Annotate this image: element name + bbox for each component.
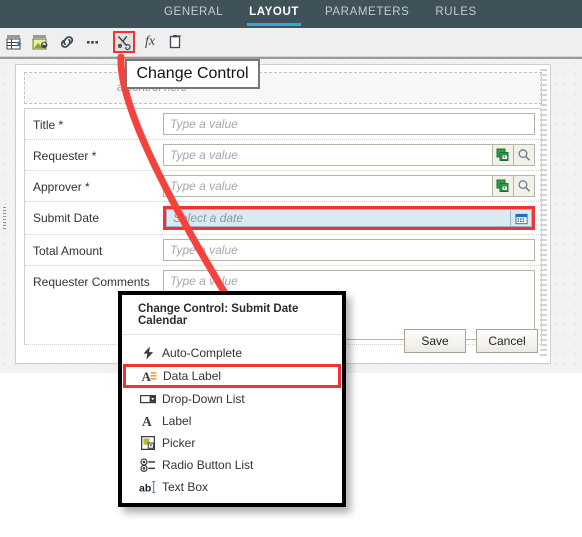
submit-date-selection-outline[interactable]: Select a date (163, 206, 535, 230)
menu-item-drop-down-list[interactable]: Drop-Down List (122, 388, 342, 410)
field-label-requester: Requester * (33, 149, 97, 163)
menu-item-picker[interactable]: Picker (122, 432, 342, 454)
field-control-total-amount: Type a value (163, 239, 537, 261)
menu-item-label-label: Label (162, 414, 192, 428)
paste-icon (169, 35, 182, 49)
menu-item-text-box-label: Text Box (162, 480, 209, 494)
tooltip-text: Change Control (136, 65, 249, 82)
insert-image-button[interactable] (30, 31, 52, 53)
link-icon (60, 36, 74, 48)
search-icon (518, 180, 530, 192)
editor-toolbar: fx (0, 28, 582, 57)
field-row-requester[interactable]: Requester * Type a value (25, 140, 541, 171)
canvas-left-grip[interactable] (3, 206, 6, 229)
calendar-icon (514, 213, 528, 224)
more-options-icon (87, 41, 98, 44)
submit-date-calendar-button[interactable] (511, 209, 532, 227)
data-label-icon: A (139, 369, 159, 383)
field-control-requester: Type a value (163, 144, 537, 166)
menu-item-radio-button-list[interactable]: Radio Button List (122, 454, 342, 476)
cancel-button[interactable]: Cancel (476, 329, 538, 353)
field-label-title: Title * (33, 118, 64, 132)
paste-button[interactable] (165, 31, 187, 53)
label-icon: A (138, 414, 158, 428)
picker-icon (138, 436, 158, 450)
field-row-approver[interactable]: Approver * Type a value (25, 171, 541, 202)
drop-zone[interactable]: a control here (24, 72, 542, 104)
approver-input[interactable]: Type a value (163, 175, 493, 197)
field-control-submit-date: Select a date (163, 206, 537, 230)
link-button[interactable] (56, 31, 78, 53)
form-button-row: Save Cancel (404, 329, 538, 353)
tab-list: GENERAL LAYOUT PARAMETERS RULES (151, 0, 490, 28)
menu-item-drop-down-list-label: Drop-Down List (162, 392, 245, 406)
requester-picker-button[interactable] (493, 144, 514, 166)
picker-icon (496, 179, 509, 192)
requester-search-button[interactable] (514, 144, 535, 166)
change-control-button[interactable] (113, 31, 135, 53)
total-amount-input[interactable]: Type a value (163, 239, 535, 261)
dropdown-list-icon (138, 393, 158, 405)
field-label-requester-comments: Requester Comments (33, 275, 150, 289)
menu-item-auto-complete-label: Auto-Complete (162, 346, 243, 360)
field-label-submit-date: Submit Date (33, 211, 100, 225)
insert-table-icon (6, 35, 22, 50)
menu-item-picker-label: Picker (162, 436, 196, 450)
formula-button[interactable]: fx (139, 31, 161, 53)
picker-icon (496, 148, 509, 161)
panel-resize-grip[interactable] (540, 69, 547, 359)
field-row-total-amount[interactable]: Total Amount Type a value (25, 235, 541, 266)
field-control-approver: Type a value (163, 175, 537, 197)
change-control-context-menu: Change Control: Submit Date Calendar Aut… (118, 291, 346, 507)
field-row-submit-date[interactable]: Submit Date Select a date (25, 202, 541, 235)
insert-table-button[interactable] (4, 31, 26, 53)
svg-text:A: A (142, 414, 152, 428)
active-tab-underline (247, 23, 301, 26)
tab-general-label: GENERAL (164, 6, 224, 18)
context-menu-list: Auto-Complete A Data Label Drop-Down Lis… (122, 335, 342, 498)
menu-item-text-box[interactable]: ab Text Box (122, 476, 342, 498)
context-menu-title: Change Control: Submit Date Calendar (122, 295, 342, 335)
svg-text:A: A (142, 369, 152, 383)
menu-item-auto-complete[interactable]: Auto-Complete (122, 342, 342, 364)
menu-item-label[interactable]: A Label (122, 410, 342, 432)
tab-layout[interactable]: LAYOUT (236, 0, 312, 28)
text-box-icon: ab (138, 480, 158, 494)
tab-parameters[interactable]: PARAMETERS (312, 0, 422, 28)
tab-layout-label: LAYOUT (249, 6, 299, 18)
save-button[interactable]: Save (404, 329, 466, 353)
approver-picker-button[interactable] (493, 175, 514, 197)
requester-input[interactable]: Type a value (163, 144, 493, 166)
submit-date-input[interactable]: Select a date (166, 209, 511, 227)
tab-rules-label: RULES (435, 6, 477, 18)
tab-parameters-label: PARAMETERS (325, 6, 410, 18)
menu-item-data-label[interactable]: A Data Label (123, 364, 341, 388)
field-control-title: Type a value (163, 113, 537, 135)
top-tab-bar: GENERAL LAYOUT PARAMETERS RULES (0, 0, 582, 28)
radio-list-icon (138, 458, 158, 472)
title-input[interactable]: Type a value (163, 113, 535, 135)
change-control-tooltip: Change Control (125, 59, 260, 89)
field-row-title[interactable]: Title * Type a value (25, 109, 541, 140)
menu-item-radio-button-list-label: Radio Button List (162, 458, 254, 472)
approver-search-button[interactable] (514, 175, 535, 197)
field-label-total-amount: Total Amount (33, 244, 103, 258)
search-icon (518, 149, 530, 161)
insert-image-icon (32, 35, 48, 50)
tab-rules[interactable]: RULES (422, 0, 489, 28)
change-control-icon (117, 35, 131, 50)
formula-icon: fx (144, 34, 156, 49)
field-label-approver: Approver * (33, 180, 90, 194)
tab-general[interactable]: GENERAL (151, 0, 236, 28)
menu-item-data-label-label: Data Label (163, 369, 222, 383)
more-options-button[interactable] (82, 31, 104, 53)
svg-text:ab: ab (139, 483, 151, 495)
lightning-icon (138, 346, 158, 360)
